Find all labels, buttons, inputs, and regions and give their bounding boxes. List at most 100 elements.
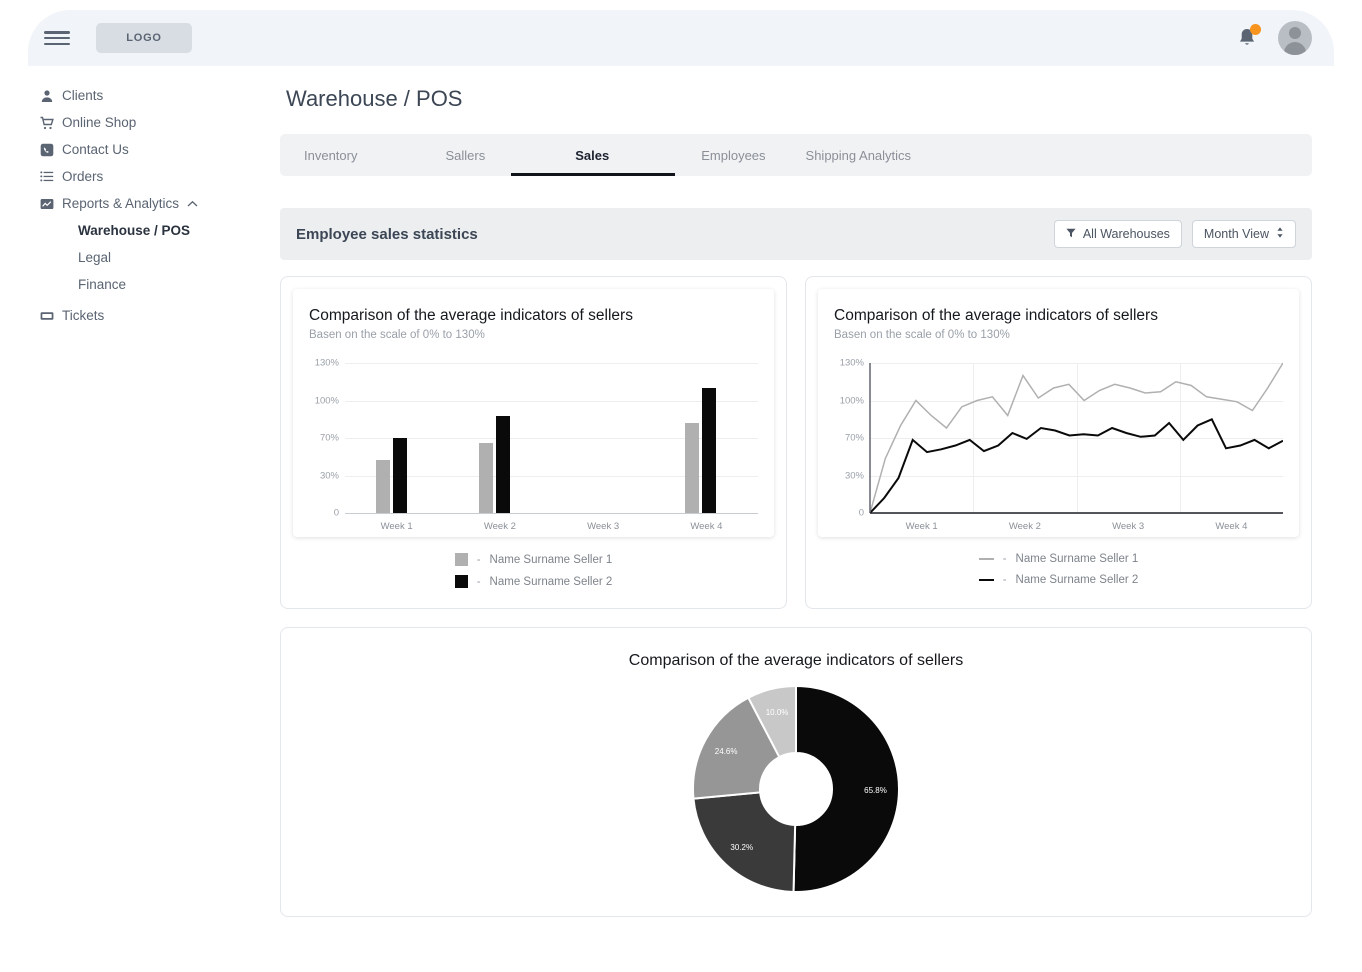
sidebar-item-contact-us[interactable]: Contact Us bbox=[28, 136, 258, 163]
bar-chart-plot: 0 30% 70% 100% 130% Week 1 Week 2 Week 3 Week 4 bbox=[309, 357, 758, 532]
legend-line-seller1 bbox=[978, 558, 994, 560]
legend-dash: - bbox=[1002, 553, 1007, 565]
tab-bar: Inventory Sallers Sales Employees Shippi… bbox=[280, 134, 1312, 176]
y-axis-tick: 130% bbox=[314, 357, 339, 369]
tab-sales[interactable]: Sales bbox=[511, 134, 676, 176]
all-warehouses-button[interactable]: All Warehouses bbox=[1053, 220, 1182, 248]
legend-dash: - bbox=[1002, 574, 1007, 586]
sidebar-item-legal[interactable]: Legal bbox=[78, 244, 258, 271]
app-window: LOGO Clients Online Shop Contact Us Orde… bbox=[28, 10, 1334, 962]
legend-label-seller2: Name Surname Seller 2 bbox=[1015, 574, 1139, 586]
line-series bbox=[869, 418, 1283, 514]
donut-chart-wrap: 65.8% 30.2% 24.6% 10.0% bbox=[281, 684, 1311, 894]
tab-inventory[interactable]: Inventory bbox=[280, 134, 383, 176]
y-axis-tick: 30% bbox=[319, 470, 339, 481]
sidebar-item-tickets[interactable]: Tickets bbox=[28, 302, 258, 329]
filter-funnel-icon bbox=[1066, 227, 1076, 241]
notification-bell-icon[interactable] bbox=[1236, 24, 1261, 50]
tab-employees[interactable]: Employees bbox=[675, 134, 791, 176]
legend-swatch-seller2 bbox=[454, 575, 468, 588]
main-content: Warehouse / POS Inventory Sallers Sales … bbox=[258, 66, 1334, 962]
sidebar-item-label: Orders bbox=[62, 169, 104, 184]
month-view-label: Month View bbox=[1203, 227, 1269, 241]
x-axis-tick: Week 2 bbox=[483, 521, 516, 532]
sidebar-item-label: Contact Us bbox=[62, 142, 129, 157]
bar bbox=[478, 442, 493, 513]
chart-title: Comparison of the average indicators of … bbox=[834, 307, 1158, 324]
shopping-cart-icon bbox=[40, 116, 62, 130]
chevron-up-icon[interactable] bbox=[187, 200, 198, 208]
list-icon bbox=[40, 170, 62, 184]
x-axis-tick: Week 4 bbox=[690, 521, 723, 532]
donut-slice-label: 10.0% bbox=[766, 708, 789, 717]
sidebar-item-clients[interactable]: Clients bbox=[28, 82, 258, 109]
avatar[interactable] bbox=[1278, 21, 1312, 55]
line-chart-legend: - Name Surname Seller 1 - Name Surname S… bbox=[818, 553, 1299, 594]
sidebar: Clients Online Shop Contact Us Orders Re… bbox=[28, 66, 258, 329]
person-icon bbox=[40, 89, 62, 103]
x-axis-tick: Week 3 bbox=[1112, 521, 1145, 532]
legend-item-seller2: - Name Surname Seller 2 bbox=[978, 574, 1139, 586]
line-series-group bbox=[869, 362, 1283, 514]
sidebar-item-warehouse-pos[interactable]: Warehouse / POS bbox=[78, 217, 258, 244]
top-bar: LOGO bbox=[28, 10, 1334, 66]
bar bbox=[375, 459, 390, 513]
bar bbox=[685, 423, 700, 513]
hamburger-icon[interactable] bbox=[44, 28, 70, 48]
bar bbox=[392, 438, 407, 513]
donut-chart-title: Comparison of the average indicators of … bbox=[628, 652, 964, 669]
sidebar-item-label: Reports & Analytics bbox=[62, 196, 180, 211]
sidebar-item-reports-analytics[interactable]: Reports & Analytics bbox=[28, 190, 258, 217]
legend-line-seller2 bbox=[978, 579, 994, 581]
legend-dash: - bbox=[476, 553, 481, 566]
month-view-button[interactable]: Month View bbox=[1191, 220, 1296, 248]
tab-sallers[interactable]: Sallers bbox=[383, 134, 511, 176]
section-header: Employee sales statistics All Warehouses… bbox=[280, 208, 1312, 260]
sidebar-item-online-shop[interactable]: Online Shop bbox=[28, 109, 258, 136]
donut-slice-label: 24.6% bbox=[715, 747, 738, 756]
logo[interactable]: LOGO bbox=[96, 23, 192, 53]
donut-slice-label: 30.2% bbox=[730, 843, 753, 852]
legend-dash: - bbox=[476, 575, 481, 588]
legend-item-seller1: - Name Surname Seller 1 bbox=[978, 553, 1139, 565]
chart-line-icon bbox=[40, 197, 62, 211]
section-title: Employee sales statistics bbox=[296, 225, 478, 243]
donut-chart-card: Comparison of the average indicators of … bbox=[280, 627, 1312, 917]
y-axis-tick: 0 bbox=[333, 507, 339, 519]
legend-swatch-seller1 bbox=[454, 553, 468, 566]
x-axis-tick: Week 3 bbox=[587, 521, 620, 532]
x-axis-tick: Week 1 bbox=[380, 521, 413, 532]
chart-subtitle: Basen on the scale of 0% to 130% bbox=[834, 329, 1010, 341]
section-actions: All Warehouses Month View bbox=[1053, 220, 1296, 248]
all-warehouses-label: All Warehouses bbox=[1082, 227, 1170, 241]
tab-shipping-analytics[interactable]: Shipping Analytics bbox=[792, 134, 938, 176]
x-axis-tick: Week 1 bbox=[905, 521, 938, 532]
y-axis-tick: 70% bbox=[319, 432, 339, 444]
donut-chart: 65.8% 30.2% 24.6% 10.0% bbox=[692, 684, 900, 893]
chart-title: Comparison of the average indicators of … bbox=[309, 307, 633, 324]
line-chart-plot: 0 30% 70% 100% 130% Week 1 Week 2 Week 3 Week 4 bbox=[834, 357, 1283, 532]
x-axis-tick: Week 4 bbox=[1215, 521, 1248, 532]
ticket-icon bbox=[40, 309, 62, 323]
bar-chart-card: Comparison of the average indicators of … bbox=[280, 276, 787, 609]
line-chart-card: Comparison of the average indicators of … bbox=[805, 276, 1312, 609]
gridline bbox=[345, 400, 758, 402]
chart-subtitle: Basen on the scale of 0% to 130% bbox=[309, 329, 485, 341]
legend-label-seller1: Name Surname Seller 1 bbox=[1015, 553, 1139, 565]
legend-item-seller2: - Name Surname Seller 2 bbox=[454, 575, 612, 588]
topbar-actions bbox=[1236, 21, 1312, 55]
sidebar-item-label: Online Shop bbox=[62, 115, 137, 130]
y-axis-tick: 100% bbox=[314, 395, 339, 406]
sidebar-item-orders[interactable]: Orders bbox=[28, 163, 258, 190]
legend-label-seller1: Name Surname Seller 1 bbox=[489, 553, 613, 566]
x-axis-tick: Week 2 bbox=[1008, 521, 1041, 532]
page-title: Warehouse / POS bbox=[286, 86, 463, 111]
gridline bbox=[345, 363, 758, 364]
phone-icon bbox=[40, 143, 62, 157]
bar bbox=[702, 388, 717, 513]
bar-chart-panel: Comparison of the average indicators of … bbox=[293, 289, 774, 537]
sidebar-item-finance[interactable]: Finance bbox=[78, 271, 258, 298]
x-axis bbox=[345, 513, 758, 514]
bar-chart-legend: - Name Surname Seller 1 - Name Surname S… bbox=[293, 553, 774, 596]
line-chart-panel: Comparison of the average indicators of … bbox=[818, 289, 1299, 537]
